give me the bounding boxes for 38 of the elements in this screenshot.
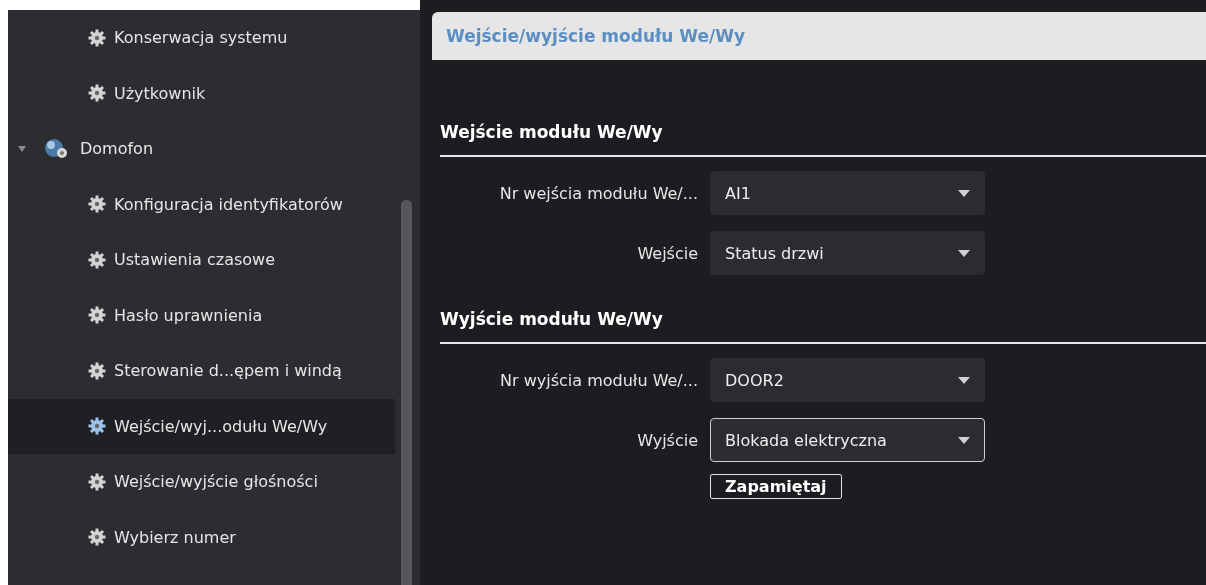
save-button[interactable]: Zapamiętaj [710,474,842,499]
sidebar-item[interactable]: Konfiguracja identyfikatorów [8,176,395,232]
page-title: Wejście/wyjście modułu We/Wy [446,26,746,46]
section-heading: Wejście modułu We/Wy [440,122,664,142]
field-label: Wejście [636,243,698,263]
dropdown-arrow-icon [958,436,970,444]
gear-icon [88,195,106,214]
dropdown-field[interactable]: Blokada elektryczna [710,418,985,462]
gear-icon [88,28,106,47]
gear-icon [88,472,106,491]
dropdown-arrow-icon [958,249,970,257]
section-heading: Wyjście modułu We/Wy [440,309,664,329]
sidebar-item[interactable]: Domofon [8,121,395,177]
sidebar-item[interactable]: Użytkownik [8,65,395,121]
sidebar-item[interactable]: Konserwacja systemu [8,10,395,66]
sidebar-item[interactable]: Wybierz numer [8,509,395,565]
sidebar-item[interactable]: Sterowanie d...ępem i windą [8,343,395,399]
expand-caret-icon[interactable] [18,145,26,152]
field-label: Nr wejścia modułu We/... [498,183,698,203]
dropdown-field[interactable]: DOOR2 [710,358,985,402]
dropdown-field[interactable]: Status drzwi [710,231,985,275]
field-label: Wyjście [636,430,698,450]
globe-gear-icon [44,137,70,160]
gear-icon [88,361,106,380]
sidebar-item[interactable]: Wejście/wyjście głośności [8,454,395,510]
dropdown-arrow-icon [958,376,970,384]
field-label: Nr wyjścia modułu We/... [499,370,698,390]
gear-icon [88,528,106,547]
scrollbar[interactable] [401,200,412,585]
sidebar-item[interactable]: Wejście/wyj...odułu We/Wy [8,398,395,454]
gear-icon [88,250,106,269]
dropdown-field[interactable]: AI1 [710,171,985,215]
sidebar-item[interactable]: Ustawienia czasowe [8,232,395,288]
dropdown-arrow-icon [958,189,970,197]
gear-icon [88,417,106,436]
sidebar-item[interactable]: Hasło uprawnienia [8,287,395,343]
gear-icon [88,306,106,325]
gear-icon [88,84,106,103]
